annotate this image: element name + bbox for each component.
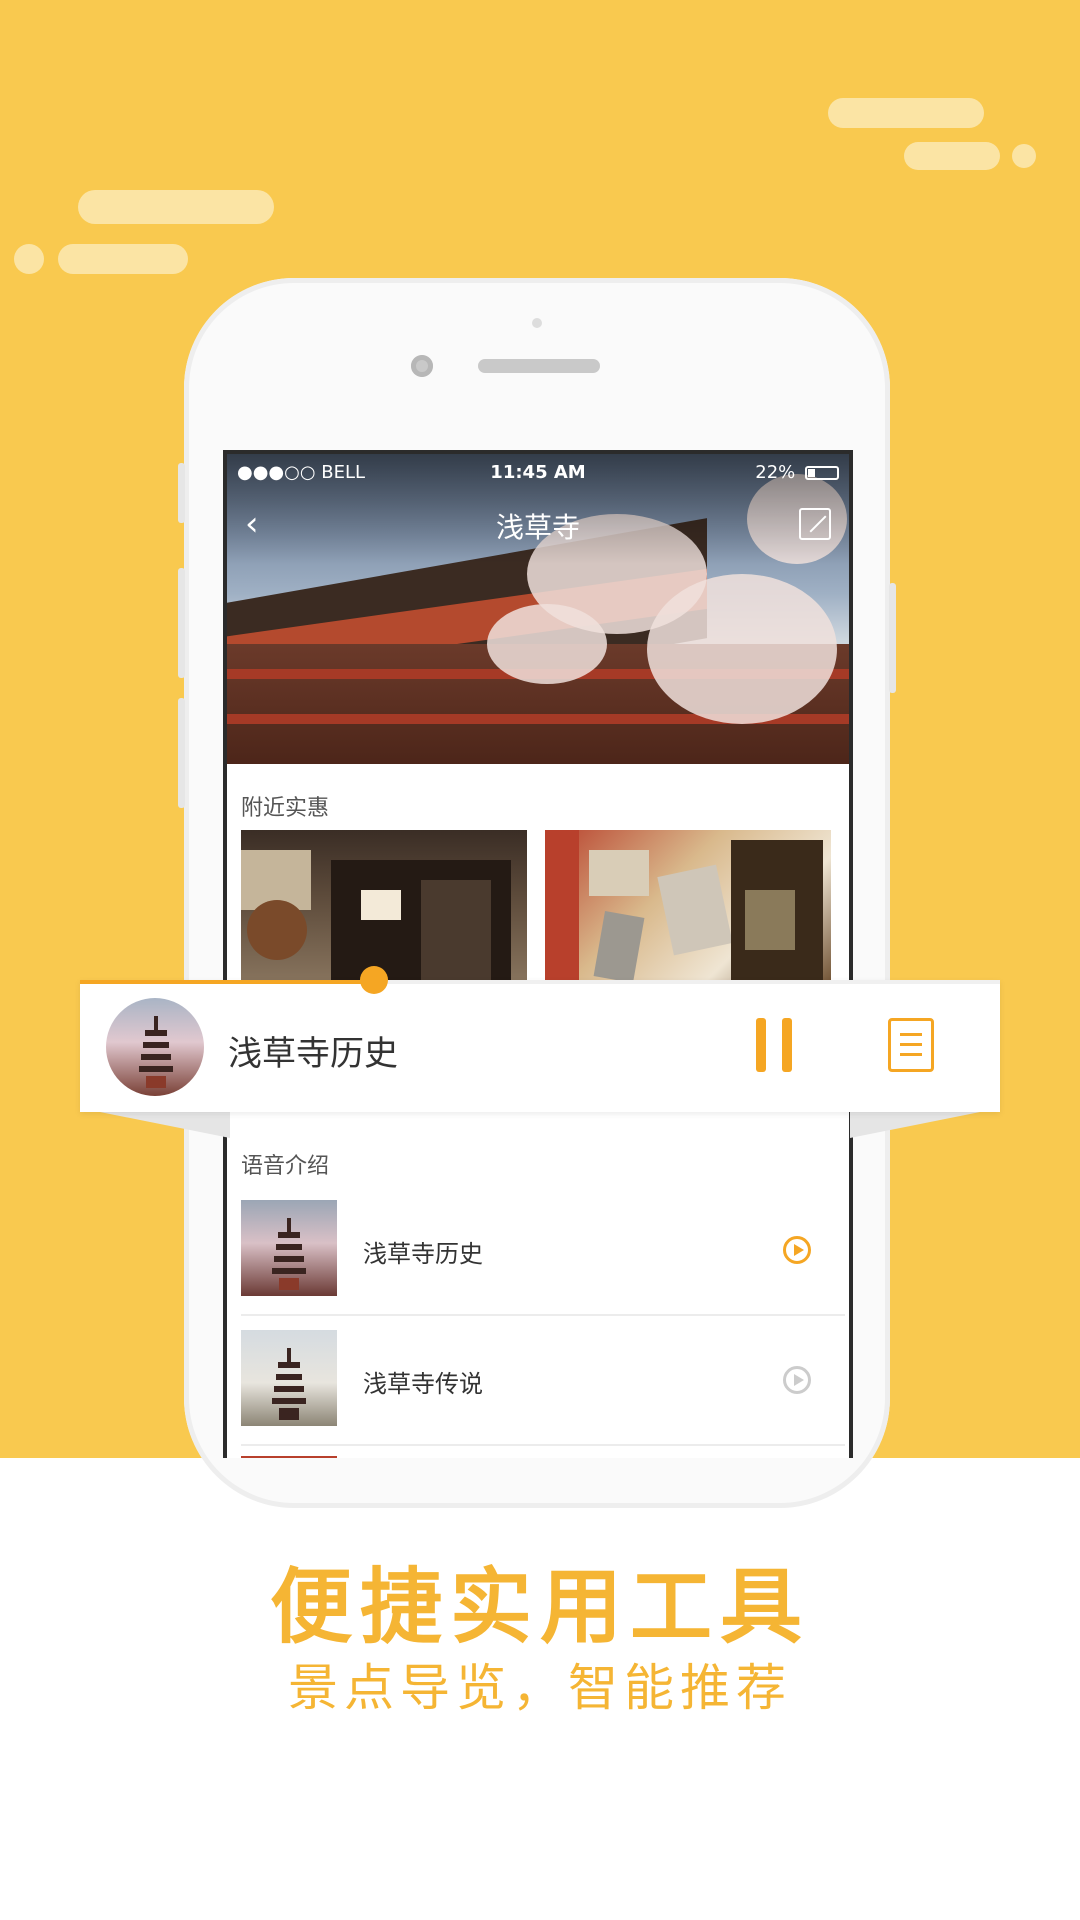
audio-item[interactable]: 浅草寺传说 <box>241 1316 845 1446</box>
cloud-right-decoration <box>828 98 1038 178</box>
progress-knob[interactable] <box>360 966 389 994</box>
page-title: 浅草寺 <box>495 511 580 544</box>
play-icon[interactable] <box>783 1236 811 1264</box>
audio-item-title: 浅草寺历史 <box>363 1240 483 1268</box>
phone-screen: ●●●○○ BELL 11:45 AM 22% ‹ 浅草寺 附近实惠 语音介绍 <box>223 450 853 1458</box>
player-avatar <box>106 998 204 1096</box>
front-camera <box>411 355 433 377</box>
document-icon[interactable] <box>888 1018 934 1072</box>
audio-thumbnail <box>241 1200 337 1296</box>
pause-icon[interactable] <box>756 1018 792 1072</box>
battery-percent: 22% <box>755 462 796 483</box>
audio-player-bar: 浅草寺历史 <box>80 966 1000 1112</box>
audio-item-title: 浅草寺传说 <box>363 1370 483 1398</box>
status-bar: ●●●○○ BELL 11:45 AM 22% <box>237 462 839 488</box>
battery-indicator: 22% <box>755 462 839 483</box>
earpiece-speaker <box>478 359 600 373</box>
deal-card-souvenirs[interactable] <box>545 830 831 990</box>
cloud-left-decoration <box>14 190 274 280</box>
audio-item[interactable]: 浅草寺历史 <box>241 1186 845 1316</box>
expand-icon[interactable] <box>799 508 831 540</box>
progress-track <box>80 966 1000 994</box>
audio-item-partial[interactable] <box>241 1446 845 1458</box>
navigation-bar: ‹ 浅草寺 <box>227 500 849 550</box>
status-time: 11:45 AM <box>490 462 586 483</box>
play-icon[interactable] <box>783 1366 811 1394</box>
battery-icon <box>805 466 839 480</box>
promo-headline: 便捷实用工具 <box>269 1560 810 1655</box>
player-track-title: 浅草寺历史 <box>228 1034 398 1074</box>
audio-thumbnail <box>241 1330 337 1426</box>
promo-subline: 景点导览，智能推荐 <box>288 1659 792 1717</box>
audio-section-label: 语音介绍 <box>241 1154 330 1179</box>
deal-card-shop[interactable] <box>241 830 527 990</box>
temple-hero-image: ●●●○○ BELL 11:45 AM 22% ‹ 浅草寺 <box>227 454 849 764</box>
deals-section-label: 附近实惠 <box>241 796 330 821</box>
progress-fill <box>80 980 375 984</box>
